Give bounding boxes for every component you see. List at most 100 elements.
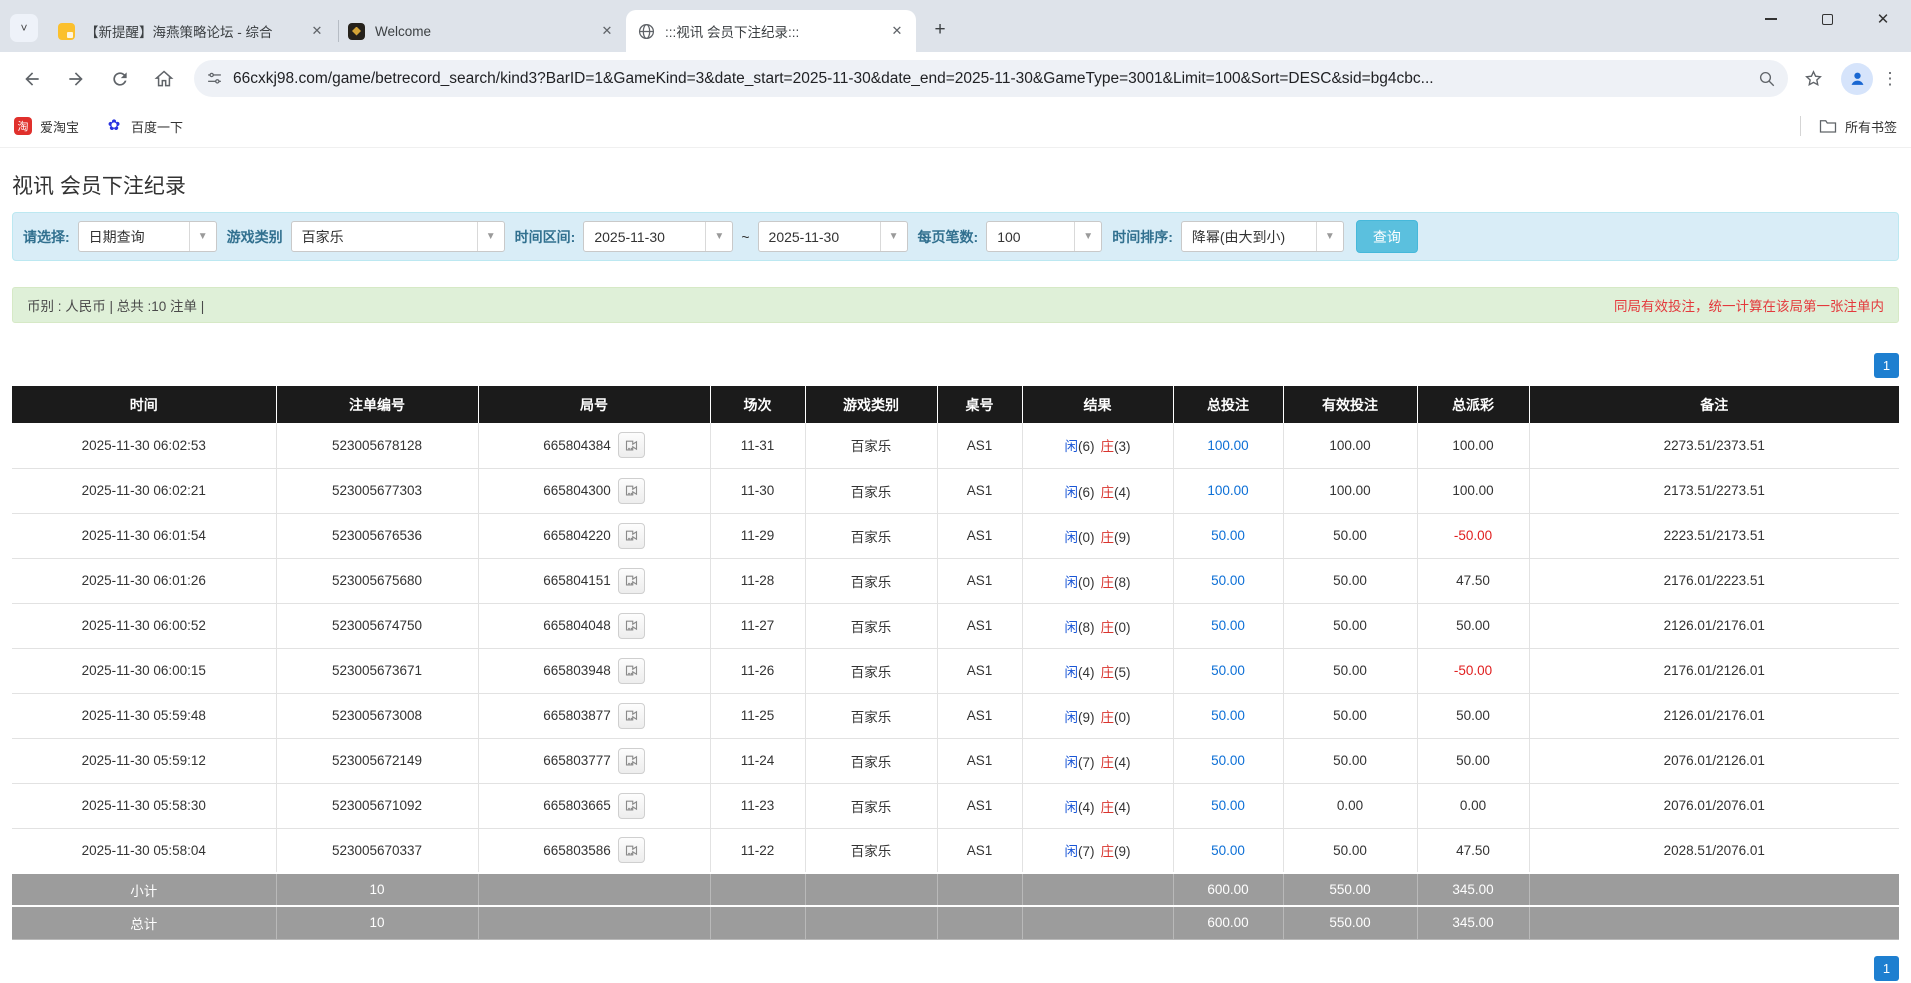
player-label: 闲 <box>1065 439 1079 454</box>
tab-list-chevron-icon[interactable]: ˅ <box>10 14 38 42</box>
bookmark-taobao[interactable]: 淘 爱淘宝 <box>14 117 79 136</box>
cell-total-bet-link[interactable]: 50.00 <box>1173 648 1283 693</box>
tab-welcome[interactable]: Welcome ✕ <box>336 10 626 52</box>
cell-total-bet-link[interactable]: 50.00 <box>1173 513 1283 558</box>
cell-result: 闲(4)庄(4) <box>1022 783 1173 828</box>
cell-result: 闲(7)庄(4) <box>1022 738 1173 783</box>
table-row: 2025-11-30 06:00:52 523005674750 6658040… <box>12 603 1899 648</box>
maximize-button[interactable] <box>1799 0 1855 38</box>
cell-total-bet-link[interactable]: 50.00 <box>1173 603 1283 648</box>
cell-payout: 47.50 <box>1417 828 1529 873</box>
close-button[interactable]: ✕ <box>1855 0 1911 38</box>
chevron-down-icon: ▼ <box>477 222 504 251</box>
table-row: 2025-11-30 05:59:12 523005672149 6658037… <box>12 738 1899 783</box>
summary-notice: 同局有效投注，统一计算在该局第一张注单内 <box>1614 295 1884 315</box>
browser-menu-icon[interactable]: ⋮ <box>1879 63 1901 95</box>
page-1-button[interactable]: 1 <box>1874 353 1899 378</box>
video-replay-button[interactable] <box>618 837 645 863</box>
cell-time: 2025-11-30 06:00:15 <box>12 648 276 693</box>
cell-empty <box>805 873 937 906</box>
cell-time: 2025-11-30 05:59:12 <box>12 738 276 783</box>
cell-total-bet-link[interactable]: 100.00 <box>1173 423 1283 468</box>
url-bar[interactable]: 66cxkj98.com/game/betrecord_search/kind3… <box>194 60 1788 97</box>
cell-total-bet-link[interactable]: 50.00 <box>1173 828 1283 873</box>
banker-label: 庄 <box>1101 439 1115 454</box>
date-range-tilde: ~ <box>741 229 749 245</box>
cell-total-bet-link[interactable]: 50.00 <box>1173 738 1283 783</box>
filter-bar: 请选择: 日期查询 ▼ 游戏类别 百家乐 ▼ 时间区间: 2025-11-30 … <box>12 212 1899 261</box>
cell-total-bet-link[interactable]: 100.00 <box>1173 468 1283 513</box>
zoom-icon[interactable] <box>1758 70 1776 88</box>
new-tab-button[interactable]: + <box>926 16 954 44</box>
date-range-label: 时间区间: <box>515 227 576 247</box>
query-type-select[interactable]: 日期查询 ▼ <box>78 221 217 252</box>
query-type-value: 日期查询 <box>79 227 189 247</box>
cell-total-bet-link[interactable]: 50.00 <box>1173 783 1283 828</box>
video-replay-button[interactable] <box>618 613 645 639</box>
cell-game-type: 百家乐 <box>805 648 937 693</box>
cell-total-bet: 600.00 <box>1173 873 1283 906</box>
video-replay-button[interactable] <box>618 568 645 594</box>
video-replay-button[interactable] <box>618 793 645 819</box>
reload-button[interactable] <box>103 62 137 96</box>
tab-close-icon[interactable]: ✕ <box>888 22 906 40</box>
back-button[interactable] <box>15 62 49 96</box>
cell-payout: 100.00 <box>1417 423 1529 468</box>
video-replay-button[interactable] <box>618 523 645 549</box>
round-number: 665803777 <box>543 753 611 768</box>
bookmark-label: 百度一下 <box>131 117 183 136</box>
tab-bet-records[interactable]: :::视讯 会员下注纪录::: ✕ <box>626 10 916 52</box>
cell-payout: 50.00 <box>1417 693 1529 738</box>
date-start-select[interactable]: 2025-11-30 ▼ <box>583 221 733 252</box>
url-text[interactable]: 66cxkj98.com/game/betrecord_search/kind3… <box>233 70 1744 88</box>
sort-select[interactable]: 降幂(由大到小) ▼ <box>1181 221 1344 252</box>
all-bookmarks[interactable]: 所有书签 <box>1800 116 1897 136</box>
cell-round: 665803665 <box>478 783 710 828</box>
cell-valid-bet: 50.00 <box>1283 513 1417 558</box>
banker-label: 庄 <box>1101 665 1115 680</box>
cell-result: 闲(0)庄(8) <box>1022 558 1173 603</box>
cell-valid-bet: 50.00 <box>1283 693 1417 738</box>
cell-table-no: AS1 <box>937 648 1022 693</box>
forum-favicon-icon <box>58 23 75 40</box>
tab-forum[interactable]: 【新提醒】海燕策略论坛 - 综合 ✕ <box>46 10 336 52</box>
player-label: 闲 <box>1065 800 1079 815</box>
cell-empty <box>1529 873 1899 906</box>
cell-round: 665804384 <box>478 423 710 468</box>
cell-total-bet-link[interactable]: 50.00 <box>1173 558 1283 603</box>
video-replay-button[interactable] <box>618 703 645 729</box>
page-1-button[interactable]: 1 <box>1874 956 1899 981</box>
date-end-select[interactable]: 2025-11-30 ▼ <box>758 221 908 252</box>
tab-close-icon[interactable]: ✕ <box>308 22 326 40</box>
video-replay-button[interactable] <box>618 748 645 774</box>
profile-avatar[interactable] <box>1841 63 1873 95</box>
cell-table-no: AS1 <box>937 828 1022 873</box>
tab-title: :::视讯 会员下注纪录::: <box>665 21 882 41</box>
video-replay-button[interactable] <box>618 658 645 684</box>
bookmark-baidu[interactable]: ✿ 百度一下 <box>105 117 183 136</box>
cell-time: 2025-11-30 05:59:48 <box>12 693 276 738</box>
cell-result: 闲(7)庄(9) <box>1022 828 1173 873</box>
cell-time: 2025-11-30 06:02:21 <box>12 468 276 513</box>
site-settings-icon[interactable] <box>206 70 223 87</box>
summary-bar: 币别 : 人民币 | 总共 :10 注单 | 同局有效投注，统一计算在该局第一张… <box>12 287 1899 323</box>
video-replay-button[interactable] <box>618 432 645 458</box>
banker-score: (4) <box>1114 485 1131 500</box>
col-round: 局号 <box>478 386 710 423</box>
cell-note: 2076.01/2126.01 <box>1529 738 1899 783</box>
cell-empty <box>937 906 1022 939</box>
tab-title: 【新提醒】海燕策略论坛 - 综合 <box>85 21 302 41</box>
cell-payout: 0.00 <box>1417 783 1529 828</box>
forward-button[interactable] <box>59 62 93 96</box>
minimize-button[interactable] <box>1743 0 1799 38</box>
tab-close-icon[interactable]: ✕ <box>598 22 616 40</box>
search-button[interactable]: 查询 <box>1356 220 1418 253</box>
cell-total-bet-link[interactable]: 50.00 <box>1173 693 1283 738</box>
bookmark-star-icon[interactable] <box>1796 62 1830 96</box>
video-replay-button[interactable] <box>618 478 645 504</box>
page-size-select[interactable]: 100 ▼ <box>986 221 1102 252</box>
home-button[interactable] <box>147 62 181 96</box>
game-type-select[interactable]: 百家乐 ▼ <box>291 221 505 252</box>
player-score: (9) <box>1078 710 1095 725</box>
bookmarks-bar: 淘 爱淘宝 ✿ 百度一下 所有书签 <box>0 105 1911 148</box>
